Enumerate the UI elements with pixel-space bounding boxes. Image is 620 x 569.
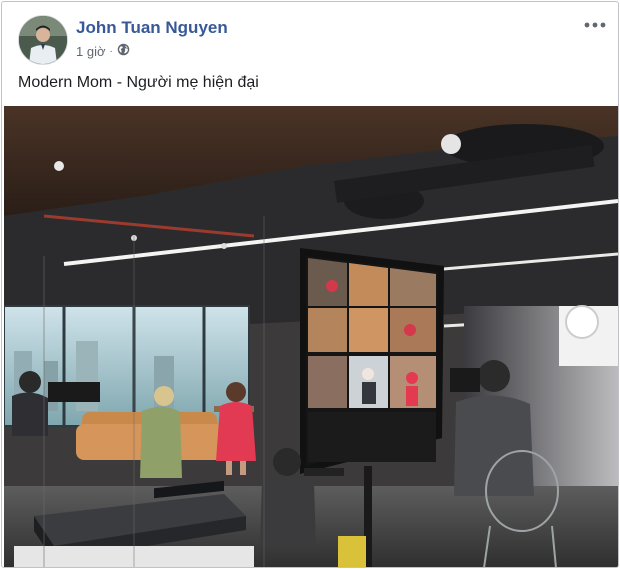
avatar-photo [19, 16, 67, 64]
yellow-bag [338, 536, 366, 567]
woman-red-dress [216, 402, 256, 461]
post-meta: 1 giờ · [76, 43, 130, 59]
program-monitor [300, 248, 444, 474]
timestamp-link[interactable]: 1 giờ [76, 44, 106, 59]
man-green-shirt [140, 406, 182, 478]
camera-operator [454, 395, 534, 496]
globe-icon[interactable] [117, 43, 130, 59]
author-name-link[interactable]: John Tuan Nguyen [76, 18, 228, 38]
post-photo[interactable] [3, 106, 618, 567]
post-caption: Modern Mom - Người mẹ hiện đại [18, 74, 259, 91]
post-card: John Tuan Nguyen 1 giờ · Modern Mom - Ng… [1, 1, 619, 568]
more-options-icon[interactable] [582, 15, 608, 35]
post-header: John Tuan Nguyen 1 giờ · [18, 15, 608, 65]
avatar[interactable] [18, 15, 68, 65]
meta-separator: · [109, 45, 113, 57]
studio-photo [3, 106, 618, 567]
